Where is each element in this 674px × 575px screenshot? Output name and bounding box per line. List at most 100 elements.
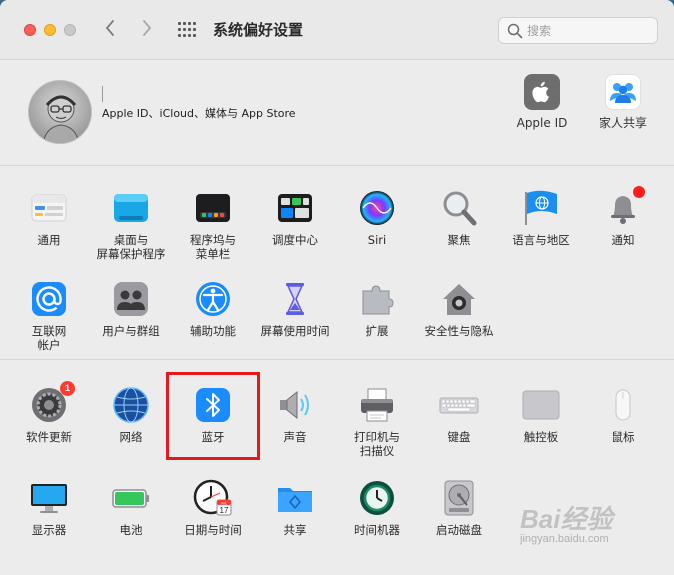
zoom-button[interactable] (64, 24, 76, 36)
pref-label: 启动磁盘 (436, 523, 482, 537)
security-house-icon (439, 279, 479, 319)
sharing-folder-icon (275, 478, 315, 518)
pref-label: 辅助功能 (190, 324, 236, 338)
family-sharing-label: 家人共享 (598, 116, 647, 130)
pref-siri[interactable]: Siri (336, 188, 418, 247)
pref-label: 程序坞与 菜单栏 (190, 233, 236, 261)
pref-time-machine[interactable]: 时间机器 (336, 478, 418, 537)
highlight-box (166, 372, 260, 460)
keyboard-icon (439, 385, 479, 425)
avatar[interactable] (28, 80, 92, 144)
notifications-bell-icon (603, 186, 645, 228)
pref-label: 电池 (119, 523, 143, 537)
users-groups-icon (111, 279, 151, 319)
pref-language-region[interactable]: 语言与地区 (500, 188, 582, 247)
pref-label: 打印机与 扫描仪 (354, 430, 400, 458)
time-machine-icon (357, 478, 397, 518)
startup-disk-icon (439, 478, 479, 518)
chevron-right-icon (143, 20, 152, 36)
siri-icon (357, 188, 397, 228)
watermark-url: jingyan.baidu.com (520, 533, 609, 545)
pref-sharing[interactable]: 共享 (254, 478, 336, 537)
network-globe-icon (111, 385, 151, 425)
account-subtitle[interactable]: Apple ID、iCloud、媒体与 App Store (102, 107, 296, 121)
account-section: Apple ID、iCloud、媒体与 App Store Apple ID 家… (0, 60, 674, 166)
pref-accessibility[interactable]: 辅助功能 (172, 279, 254, 338)
pref-label: 通用 (37, 233, 61, 247)
spotlight-magnifier-icon (439, 188, 479, 228)
extensions-puzzle-icon (357, 279, 397, 319)
sound-speaker-icon (275, 385, 315, 425)
search-icon (507, 23, 523, 39)
pref-sound[interactable]: 声音 (254, 385, 336, 444)
battery-icon (111, 478, 151, 518)
pref-label: 桌面与 屏幕保护程序 (96, 233, 166, 261)
pref-dock-menubar[interactable]: 程序坞与 菜单栏 (172, 188, 254, 261)
pref-label: 鼠标 (611, 430, 635, 444)
forward-button[interactable] (137, 18, 157, 42)
pref-label: 安全性与隐私 (424, 324, 494, 338)
pref-label: 调度中心 (272, 233, 318, 247)
pref-startup-disk[interactable]: 启动磁盘 (418, 478, 500, 537)
pref-label: 网络 (119, 430, 143, 444)
pref-extensions[interactable]: 扩展 (336, 279, 418, 338)
search-field[interactable] (498, 17, 658, 44)
pref-label: 声音 (283, 430, 307, 444)
screen-time-hourglass-icon (275, 279, 315, 319)
pref-label: 屏幕使用时间 (260, 324, 330, 338)
pref-date-time[interactable]: JUL 17 日期与时间 (172, 478, 254, 537)
pref-label: 触控板 (523, 430, 559, 444)
pref-label: 显示器 (31, 523, 67, 537)
pref-label: 扩展 (365, 324, 389, 338)
pref-security-privacy[interactable]: 安全性与隐私 (418, 279, 500, 338)
pref-software-update[interactable]: 1 软件更新 (8, 381, 90, 444)
watermark-brand: Bai经验 (520, 504, 613, 534)
pref-printers-scanners[interactable]: 打印机与 扫描仪 (336, 385, 418, 458)
mission-control-icon (275, 188, 315, 228)
pref-displays[interactable]: 显示器 (8, 478, 90, 537)
pref-label: 时间机器 (354, 523, 400, 537)
back-button[interactable] (100, 18, 120, 42)
pref-mission-control[interactable]: 调度中心 (254, 188, 336, 247)
pref-keyboard[interactable]: 键盘 (418, 385, 500, 444)
pref-spotlight[interactable]: 聚焦 (418, 188, 500, 247)
pref-internet-accounts[interactable]: 互联网 帐户 (8, 279, 90, 352)
pref-label: 日期与时间 (184, 523, 242, 537)
mouse-icon (603, 385, 643, 425)
internet-accounts-at-icon (29, 279, 69, 319)
close-button[interactable] (24, 24, 36, 36)
pref-apple-id[interactable]: Apple ID (507, 74, 577, 131)
pref-users-groups[interactable]: 用户与群组 (90, 279, 172, 338)
calendar-day: 17 (220, 506, 229, 515)
show-all-grid-button[interactable] (178, 22, 196, 38)
pref-battery[interactable]: 电池 (90, 478, 172, 537)
pref-general[interactable]: 通用 (8, 188, 90, 247)
pref-label: 互联网 帐户 (31, 324, 67, 352)
pref-desktop-screensaver[interactable]: 桌面与 屏幕保护程序 (90, 188, 172, 261)
pref-mouse[interactable]: 鼠标 (582, 385, 664, 444)
search-input[interactable] (527, 21, 652, 40)
pref-trackpad[interactable]: 触控板 (500, 385, 582, 444)
dock-icon (193, 188, 233, 228)
user-name (102, 86, 182, 102)
pref-label: 聚焦 (447, 233, 471, 247)
date-time-clock-icon: JUL 17 (193, 478, 233, 518)
pref-label: 软件更新 (26, 430, 72, 444)
calendar-month: JUL (220, 500, 228, 505)
minimize-button[interactable] (44, 24, 56, 36)
notification-badge (633, 186, 645, 198)
desktop-screensaver-icon (111, 188, 151, 228)
pref-label: Siri (367, 233, 387, 247)
general-icon (29, 188, 69, 228)
pref-label: 共享 (283, 523, 307, 537)
pref-screen-time[interactable]: 屏幕使用时间 (254, 279, 336, 338)
watermark: Bai经验 jingyan.baidu.com (520, 497, 660, 557)
pref-label: 键盘 (447, 430, 471, 444)
pref-label: 用户与群组 (102, 324, 160, 338)
pref-notifications[interactable]: 通知 (582, 186, 664, 247)
system-preferences-window: 系统偏好设置 Apple ID、iCloud、媒体与 App Store (0, 0, 674, 575)
trackpad-icon (521, 385, 561, 425)
pref-network[interactable]: 网络 (90, 385, 172, 444)
pref-family-sharing[interactable]: 家人共享 (588, 74, 658, 131)
pref-label: 通知 (611, 233, 635, 247)
